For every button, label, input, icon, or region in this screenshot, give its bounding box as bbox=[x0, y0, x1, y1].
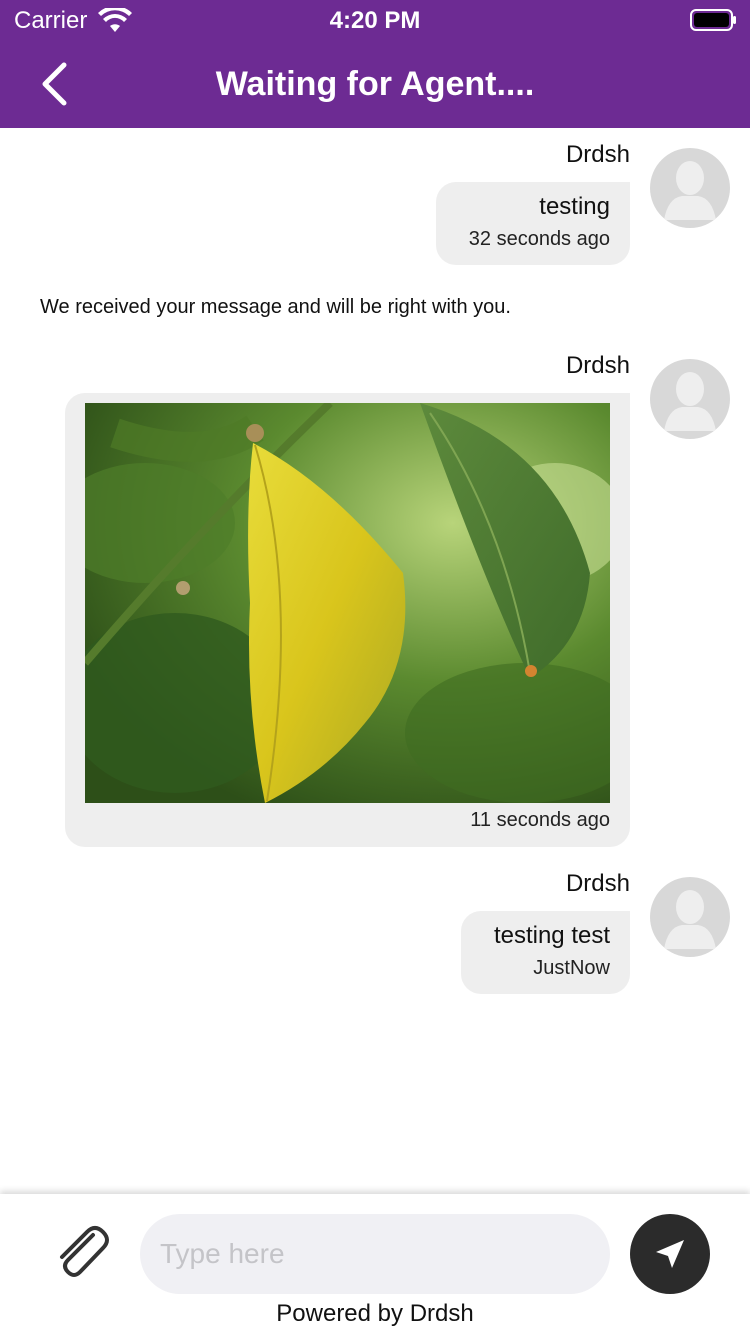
send-icon bbox=[656, 1240, 684, 1268]
leaf-photo-image bbox=[85, 403, 610, 803]
message-sender: Drdsh bbox=[565, 141, 630, 168]
person-icon bbox=[664, 890, 716, 949]
message-time: 32 seconds ago bbox=[468, 228, 610, 250]
chat-screen: Carrier 4:20 PM Waiting for Agent.... Dr… bbox=[0, 0, 750, 1334]
status-time: 4:20 PM bbox=[329, 7, 421, 34]
avatar bbox=[650, 877, 730, 957]
powered-by-label: Powered by Drdsh bbox=[276, 1300, 474, 1327]
attach-button[interactable] bbox=[48, 1220, 112, 1284]
person-icon bbox=[664, 372, 716, 431]
composer-bar: Powered by Drdsh bbox=[0, 1194, 750, 1334]
battery-icon bbox=[690, 9, 736, 31]
message-bubble: testing test JustNow bbox=[461, 911, 630, 994]
message-input[interactable] bbox=[140, 1214, 610, 1294]
message-text: testing test bbox=[493, 922, 610, 949]
page-title: Waiting for Agent.... bbox=[215, 65, 535, 103]
avatar bbox=[650, 359, 730, 439]
system-message: We received your message and will be rig… bbox=[40, 296, 511, 318]
paperclip-icon bbox=[60, 1226, 109, 1277]
message-time: 11 seconds ago bbox=[470, 809, 610, 831]
message-sender: Drdsh bbox=[565, 352, 630, 379]
send-button[interactable] bbox=[630, 1214, 710, 1294]
avatar bbox=[650, 148, 730, 228]
message-bubble: testing 32 seconds ago bbox=[436, 182, 630, 265]
header-bar: Carrier 4:20 PM Waiting for Agent.... bbox=[0, 0, 750, 128]
chat-messages[interactable]: Drdsh testing 32 seconds ago We received… bbox=[0, 128, 750, 1194]
image-message-bubble[interactable]: 11 seconds ago bbox=[65, 393, 630, 847]
message-text: testing bbox=[539, 193, 610, 220]
person-icon bbox=[664, 161, 716, 220]
message-time: JustNow bbox=[533, 957, 610, 979]
message-sender: Drdsh bbox=[565, 870, 630, 897]
leaf-photo[interactable] bbox=[85, 403, 610, 803]
